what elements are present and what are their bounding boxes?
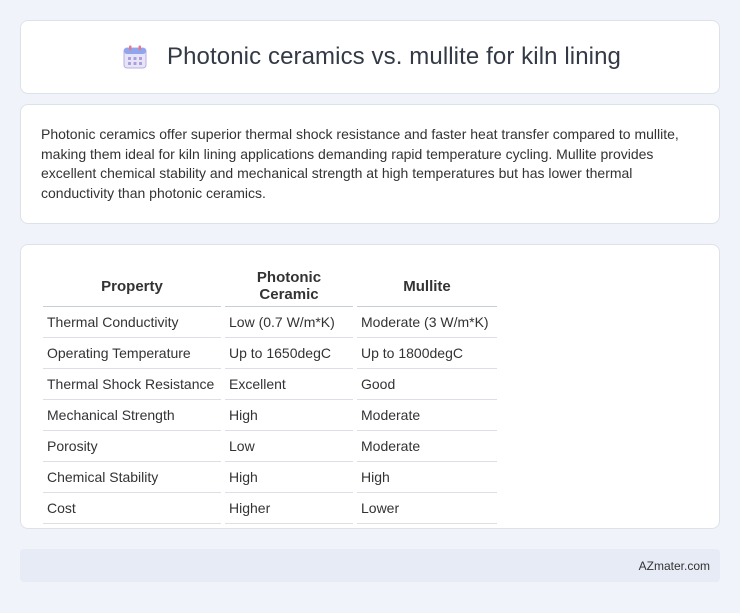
- property-cell: Mechanical Strength: [43, 400, 221, 431]
- mullite-cell: Good: [357, 369, 497, 400]
- table-row: Thermal Shock Resistance Excellent Good: [43, 369, 497, 400]
- column-header-photonic-ceramic: Photonic Ceramic: [225, 265, 353, 307]
- table-row: Thermal Conductivity Low (0.7 W/m*K) Mod…: [43, 307, 497, 338]
- title-card: Photonic ceramics vs. mullite for kiln l…: [20, 20, 720, 94]
- mullite-cell: Moderate: [357, 431, 497, 462]
- photonic-ceramic-cell: Excellent: [225, 369, 353, 400]
- table-card: Property Photonic Ceramic Mullite Therma…: [20, 244, 720, 529]
- photonic-ceramic-cell: Low: [225, 431, 353, 462]
- photonic-ceramic-cell: Higher: [225, 493, 353, 524]
- table-header-row: Property Photonic Ceramic Mullite: [43, 265, 497, 307]
- table-row: Chemical Stability High High: [43, 462, 497, 493]
- photonic-ceramic-cell: High: [225, 400, 353, 431]
- mullite-cell: Up to 1800degC: [357, 338, 497, 369]
- property-cell: Thermal Shock Resistance: [43, 369, 221, 400]
- photonic-ceramic-cell: Up to 1650degC: [225, 338, 353, 369]
- summary-text: Photonic ceramics offer superior thermal…: [41, 126, 679, 201]
- photonic-ceramic-cell: Low (0.7 W/m*K): [225, 307, 353, 338]
- calendar-icon: [119, 41, 151, 73]
- summary-card: Photonic ceramics offer superior thermal…: [20, 104, 720, 224]
- mullite-cell: Lower: [357, 493, 497, 524]
- table-row: Mechanical Strength High Moderate: [43, 400, 497, 431]
- title-wrap: Photonic ceramics vs. mullite for kiln l…: [119, 41, 621, 73]
- mullite-cell: Moderate (3 W/m*K): [357, 307, 497, 338]
- footer-brand: AZmater.com: [638, 558, 710, 573]
- column-header-property: Property: [43, 265, 221, 307]
- comparison-table: Property Photonic Ceramic Mullite Therma…: [39, 265, 501, 524]
- property-cell: Chemical Stability: [43, 462, 221, 493]
- column-header-mullite: Mullite: [357, 265, 497, 307]
- mullite-cell: Moderate: [357, 400, 497, 431]
- footer-bar: AZmater.com: [20, 549, 720, 582]
- table-row: Porosity Low Moderate: [43, 431, 497, 462]
- mullite-cell: High: [357, 462, 497, 493]
- property-cell: Cost: [43, 493, 221, 524]
- property-cell: Porosity: [43, 431, 221, 462]
- property-cell: Operating Temperature: [43, 338, 221, 369]
- table-row: Operating Temperature Up to 1650degC Up …: [43, 338, 497, 369]
- property-cell: Thermal Conductivity: [43, 307, 221, 338]
- page-title: Photonic ceramics vs. mullite for kiln l…: [167, 43, 621, 70]
- photonic-ceramic-cell: High: [225, 462, 353, 493]
- table-row: Cost Higher Lower: [43, 493, 497, 524]
